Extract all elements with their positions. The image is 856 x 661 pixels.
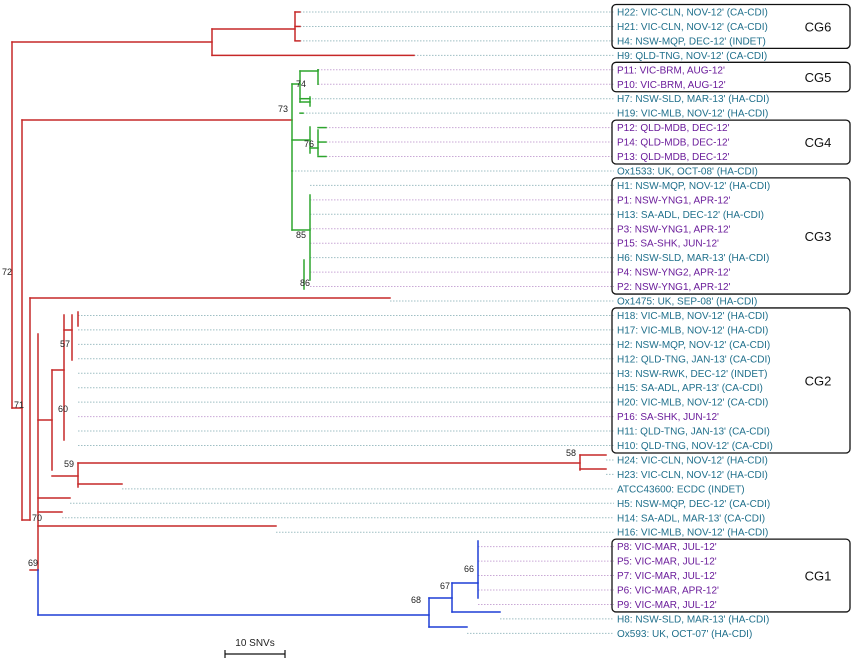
leaf-label: P13: QLD-MDB, DEC-12' (617, 152, 730, 163)
leaf-label: H2: NSW-MQP, NOV-12' (CA-CDI) (617, 340, 770, 351)
cluster-label: CG6 (805, 19, 832, 34)
leaf-label: Ox1475: UK, SEP-08' (HA-CDI) (617, 297, 757, 308)
leaf-label: P1: NSW-YNG1, APR-12' (617, 195, 731, 206)
leaf-label: H13: SA-ADL, DEC-12' (HA-CDI) (617, 210, 764, 221)
support-value: 57 (60, 339, 70, 349)
leaf-label: H5: NSW-MQP, DEC-12' (CA-CDI) (617, 499, 770, 510)
leaf-label: H22: VIC-CLN, NOV-12' (CA-CDI) (617, 8, 768, 19)
support-value: 85 (296, 230, 306, 240)
leaf-label: H8: NSW-SLD, MAR-13' (HA-CDI) (617, 614, 769, 625)
leaf-label: H6: NSW-SLD, MAR-13' (HA-CDI) (617, 253, 769, 264)
leaf-label: ATCC43600: ECDC (INDET) (617, 484, 745, 495)
cluster-label: CG4 (805, 135, 832, 150)
support-value: 58 (566, 448, 576, 458)
leaf-label: P7: VIC-MAR, JUL-12' (617, 571, 717, 582)
leaf-label: P14: QLD-MDB, DEC-12' (617, 138, 730, 149)
leaf-label: H15: SA-ADL, APR-13' (CA-CDI) (617, 383, 763, 394)
leaf-label: P9: VIC-MAR, JUL-12' (617, 600, 717, 611)
leaf-label: P16: SA-SHK, JUN-12' (617, 412, 719, 423)
phylogenetic-tree: CG6 CG5 CG4 CG3 CG2 CG1 H22: VIC-CLN, NOV-12'… (2, 3, 851, 658)
cluster-label: CG3 (805, 229, 832, 244)
leaf-connectors (62, 11, 614, 634)
leaf-label: H16: VIC-MLB, NOV-12' (HA-CDI) (617, 528, 768, 539)
leaf-label: H7: NSW-SLD, MAR-13' (HA-CDI) (617, 94, 769, 105)
support-value: 69 (28, 558, 38, 568)
leaf-label: H1: NSW-MQP, NOV-12' (HA-CDI) (617, 181, 770, 192)
leaf-label: H23: VIC-CLN, NOV-12' (HA-CDI) (617, 470, 768, 481)
support-value: 86 (300, 278, 310, 288)
leaf-label: H20: VIC-MLB, NOV-12' (CA-CDI) (617, 398, 768, 409)
leaf-label: P11: VIC-BRM, AUG-12' (617, 65, 725, 76)
leaf-label: H10: QLD-TNG, NOV-12' (CA-CDI) (617, 441, 773, 452)
leaf-label: H3: NSW-RWK, DEC-12' (INDET) (617, 369, 767, 380)
leaf-label: P15: SA-SHK, JUN-12' (617, 239, 719, 250)
scale-bar-label: 10 SNVs (235, 638, 274, 649)
support-value: 59 (64, 459, 74, 469)
support-value: 72 (2, 267, 12, 277)
leaf-label: H21: VIC-CLN, NOV-12' (CA-CDI) (617, 22, 768, 33)
tree-branches (11, 11, 607, 628)
leaf-label: H12: QLD-TNG, JAN-13' (CA-CDI) (617, 354, 771, 365)
support-value: 68 (411, 595, 421, 605)
leaf-label: H9: QLD-TNG, NOV-12' (CA-CDI) (617, 51, 767, 62)
cluster-label: CG1 (805, 569, 832, 584)
leaf-label: P8: VIC-MAR, JUL-12' (617, 542, 717, 553)
leaf-label: H17: VIC-MLB, NOV-12' (HA-CDI) (617, 325, 768, 336)
leaf-label: P3: NSW-YNG1, APR-12' (617, 224, 731, 235)
support-value: 60 (58, 404, 68, 414)
leaf-label: H19: VIC-MLB, NOV-12' (HA-CDI) (617, 109, 768, 120)
leaf-label: P5: VIC-MAR, JUL-12' (617, 557, 717, 568)
support-value: 66 (464, 564, 474, 574)
leaf-label: P12: QLD-MDB, DEC-12' (617, 123, 730, 134)
leaf-label: H14: SA-ADL, MAR-13' (CA-CDI) (617, 513, 765, 524)
leaf-label: H4: NSW-MQP, DEC-12' (INDET) (617, 36, 766, 47)
cluster-label: CG5 (805, 70, 832, 85)
scale-bar: 10 SNVs (224, 638, 286, 658)
support-value: 76 (304, 139, 314, 149)
support-value: 73 (278, 104, 288, 114)
leaf-label: Ox1533: UK, OCT-08' (HA-CDI) (617, 166, 758, 177)
leaf-labels: H22: VIC-CLN, NOV-12' (CA-CDI) H21: VIC-C… (617, 8, 773, 640)
leaf-label: P10: VIC-BRM, AUG-12' (617, 80, 726, 91)
leaf-label: P2: NSW-YNG1, APR-12' (617, 282, 731, 293)
support-value: 70 (32, 513, 42, 523)
leaf-label: Ox593: UK, OCT-07' (HA-CDI) (617, 629, 752, 640)
support-value: 74 (296, 79, 306, 89)
cluster-label: CG2 (805, 373, 832, 388)
leaf-label: P6: VIC-MAR, APR-12' (617, 586, 719, 597)
support-value: 67 (440, 581, 450, 591)
leaf-label: H11: QLD-TNG, JAN-13' (CA-CDI) (617, 427, 770, 438)
leaf-label: P4: NSW-YNG2, APR-12' (617, 268, 731, 279)
support-value: 71 (14, 400, 24, 410)
leaf-label: H24: VIC-CLN, NOV-12' (HA-CDI) (617, 455, 768, 466)
leaf-label: H18: VIC-MLB, NOV-12' (HA-CDI) (617, 311, 768, 322)
